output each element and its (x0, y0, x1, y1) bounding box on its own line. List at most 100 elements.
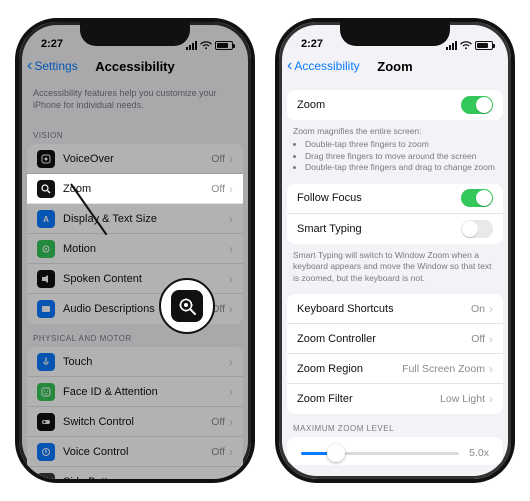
chevron-right-icon: › (229, 445, 233, 459)
status-time: 2:27 (41, 38, 63, 50)
row-spoken-content[interactable]: Spoken Content › (27, 264, 243, 294)
smart-typing-toggle[interactable] (461, 220, 493, 238)
row-faceid[interactable]: Face ID & Attention › (27, 377, 243, 407)
max-zoom-value: 5.0x (469, 447, 489, 459)
row-zoom-controller[interactable]: Zoom Controller Off › (287, 324, 503, 354)
physical-list: Touch › Face ID & Attention › Switch Con… (27, 347, 243, 479)
smart-typing-description: Smart Typing will switch to Window Zoom … (279, 244, 511, 294)
chevron-right-icon: › (489, 302, 493, 316)
row-side-button[interactable]: Side Button › (27, 467, 243, 479)
row-zoom[interactable]: Zoom Off › (27, 174, 243, 204)
chevron-right-icon: › (229, 212, 233, 226)
row-zoom-region[interactable]: Zoom Region Full Screen Zoom › (287, 354, 503, 384)
intro-text: Accessibility features help you customiz… (19, 82, 251, 121)
chevron-right-icon: › (489, 362, 493, 376)
voiceover-icon (37, 150, 55, 168)
wifi-icon (460, 41, 472, 50)
row-display-text-size[interactable]: A Display & Text Size › (27, 204, 243, 234)
row-label: Zoom (297, 99, 461, 111)
motion-icon (37, 240, 55, 258)
row-value: On (471, 303, 485, 315)
chevron-right-icon: › (229, 302, 233, 316)
zoom-description: Zoom magnifies the entire screen: Double… (279, 120, 511, 184)
cellular-icon (446, 41, 457, 50)
row-follow-focus[interactable]: Follow Focus (287, 184, 503, 214)
battery-icon (215, 41, 233, 50)
row-value: Off (211, 183, 225, 195)
chevron-right-icon: › (229, 355, 233, 369)
chevron-right-icon: › (229, 152, 233, 166)
display-text-icon: A (37, 210, 55, 228)
row-touch[interactable]: Touch › (27, 347, 243, 377)
zoom-icon (37, 180, 55, 198)
row-zoom-toggle[interactable]: Zoom (287, 90, 503, 120)
zoom-options-list: Keyboard Shortcuts On › Zoom Controller … (287, 294, 503, 414)
row-label: Voice Control (63, 446, 211, 458)
chevron-left-icon: ‹ (27, 58, 32, 74)
row-switch-control[interactable]: Switch Control Off › (27, 407, 243, 437)
back-button[interactable]: ‹ Settings (27, 58, 78, 74)
row-value: Low Light (440, 393, 485, 405)
side-button-icon (37, 473, 55, 479)
row-label: Display & Text Size (63, 213, 229, 225)
zoom-icon-large (171, 290, 203, 322)
zoom-main-list: Zoom (287, 90, 503, 120)
chevron-right-icon: › (229, 475, 233, 479)
row-label: Smart Typing (297, 223, 461, 235)
row-label: Touch (63, 356, 229, 368)
chevron-right-icon: › (229, 272, 233, 286)
row-value: Off (211, 153, 225, 165)
cellular-icon (186, 41, 197, 50)
row-label: Keyboard Shortcuts (297, 303, 471, 315)
zoom-settings-phone: 2:27 ‹ Accessibility Zoom (275, 18, 515, 483)
audio-descriptions-icon (37, 300, 55, 318)
row-label: Zoom Filter (297, 393, 440, 405)
back-button[interactable]: ‹ Accessibility (287, 58, 360, 74)
row-label: Zoom Controller (297, 333, 471, 345)
section-header-physical: PHYSICAL AND MOTOR (19, 324, 251, 347)
chevron-right-icon: › (489, 332, 493, 346)
chevron-right-icon: › (489, 392, 493, 406)
row-smart-typing[interactable]: Smart Typing (287, 214, 503, 244)
back-label: Accessibility (294, 59, 359, 73)
follow-focus-toggle[interactable] (461, 189, 493, 207)
device-notch (80, 22, 190, 46)
device-notch (340, 22, 450, 46)
spoken-content-icon (37, 270, 55, 288)
row-voice-control[interactable]: Voice Control Off › (27, 437, 243, 467)
row-label: Zoom Region (297, 363, 402, 375)
nav-bar: ‹ Settings Accessibility (19, 50, 251, 82)
page-title: Accessibility (95, 59, 175, 74)
section-header-vision: VISION (19, 121, 251, 144)
row-voiceover[interactable]: VoiceOver Off › (27, 144, 243, 174)
row-label: Zoom (63, 183, 211, 195)
chevron-right-icon: › (229, 182, 233, 196)
row-zoom-filter[interactable]: Zoom Filter Low Light › (287, 384, 503, 414)
svg-text:A: A (43, 215, 49, 224)
row-label: VoiceOver (63, 153, 211, 165)
faceid-icon (37, 383, 55, 401)
focus-list: Follow Focus Smart Typing (287, 184, 503, 244)
page-title: Zoom (377, 59, 412, 74)
row-label: Face ID & Attention (63, 386, 229, 398)
row-label: Side Button (63, 476, 229, 479)
row-value: Off (211, 416, 225, 428)
row-label: Motion (63, 243, 229, 255)
max-zoom-label: MAXIMUM ZOOM LEVEL (279, 414, 511, 437)
battery-icon (475, 41, 493, 50)
voice-control-icon (37, 443, 55, 461)
row-max-zoom-slider[interactable]: 5.0x (287, 437, 503, 465)
row-value: Off (471, 333, 485, 345)
chevron-right-icon: › (229, 242, 233, 256)
row-value: Off (211, 446, 225, 458)
row-label: Switch Control (63, 416, 211, 428)
touch-icon (37, 353, 55, 371)
zoom-icon-callout (159, 278, 215, 334)
max-zoom-list: 5.0x (287, 437, 503, 465)
row-label: Follow Focus (297, 192, 461, 204)
nav-bar: ‹ Accessibility Zoom (279, 50, 511, 82)
row-motion[interactable]: Motion › (27, 234, 243, 264)
row-keyboard-shortcuts[interactable]: Keyboard Shortcuts On › (287, 294, 503, 324)
max-zoom-slider[interactable] (301, 452, 459, 455)
zoom-toggle[interactable] (461, 96, 493, 114)
